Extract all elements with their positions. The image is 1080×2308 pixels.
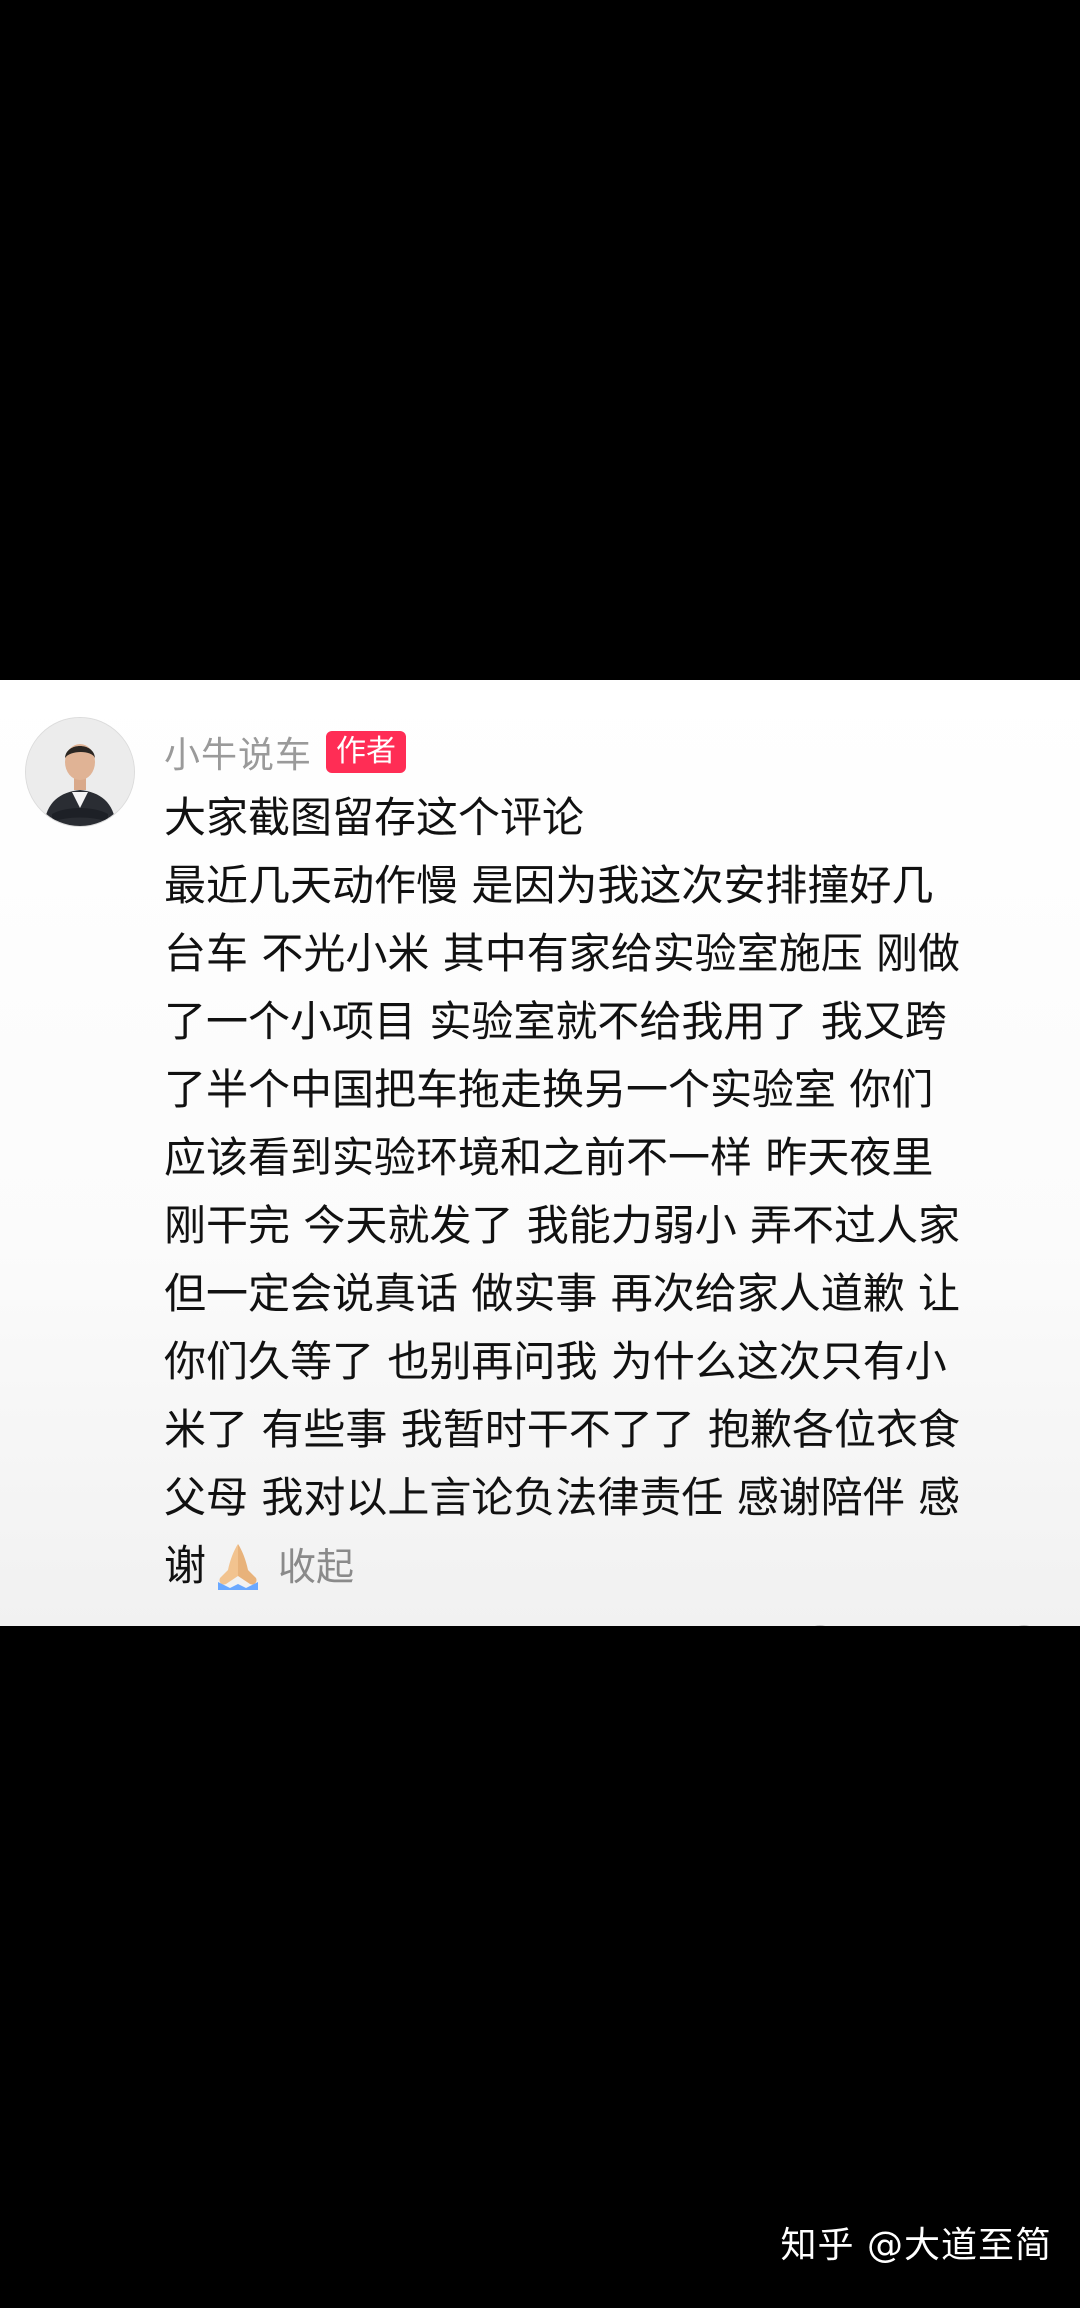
comment-line: 父母 我对以上言论负法律责任 感谢陪伴 感 xyxy=(164,1473,961,1522)
comment-line: 台车 不光小米 其中有家给实验室施压 刚做 xyxy=(164,929,961,978)
bottom-black-area: 知乎 @大道至简 xyxy=(0,1626,1080,2308)
comment-line: 了半个中国把车拖走换另一个实验室 你们 xyxy=(164,1065,934,1114)
comment-line: 米了 有些事 我暂时干不了了 抱歉各位衣食 xyxy=(164,1405,961,1454)
author-badge: 作者 xyxy=(326,731,407,773)
zhihu-watermark: 知乎 @大道至简 xyxy=(780,2225,1052,2266)
comment-line: 了一个小项目 实验室就不给我用了 我又跨 xyxy=(164,997,947,1046)
comment-line: 应该看到实验环境和之前不一样 昨天夜里 xyxy=(164,1133,934,1182)
comment-line: 最近几天动作慢 是因为我这次安排撞好几 xyxy=(164,861,934,910)
avatar[interactable] xyxy=(26,718,134,826)
comment-card: 小牛说车 作者 大家截图留存这个评论 最近几天动作慢 是因为我这次安排撞好几 台… xyxy=(0,680,1080,1626)
more-icon-partial[interactable] xyxy=(1004,1616,1044,1626)
comment-line: 但一定会说真话 做实事 再次给家人道歉 让 xyxy=(164,1269,961,1318)
comment-line: 刚干完 今天就发了 我能力弱小 弄不过人家 xyxy=(164,1201,961,1250)
author-row: 小牛说车 作者 xyxy=(164,722,407,782)
comment-line: 大家截图留存这个评论 xyxy=(164,793,585,842)
comment-line: 你们久等了 也别再问我 为什么这次只有小 xyxy=(164,1337,947,1386)
comment-text: 大家截图留存这个评论 最近几天动作慢 是因为我这次安排撞好几 台车 不光小米 其… xyxy=(164,784,1064,1600)
like-icon-partial[interactable] xyxy=(800,1616,840,1626)
comment-last-line: 谢 收起 xyxy=(164,1532,1064,1600)
author-name[interactable]: 小牛说车 xyxy=(164,726,312,778)
collapse-button[interactable]: 收起 xyxy=(278,1545,354,1589)
folded-hands-emoji-icon xyxy=(210,1538,266,1590)
avatar-image xyxy=(26,718,134,826)
comment-last-line-text: 谢 xyxy=(164,1541,207,1590)
top-black-area xyxy=(0,0,1080,680)
